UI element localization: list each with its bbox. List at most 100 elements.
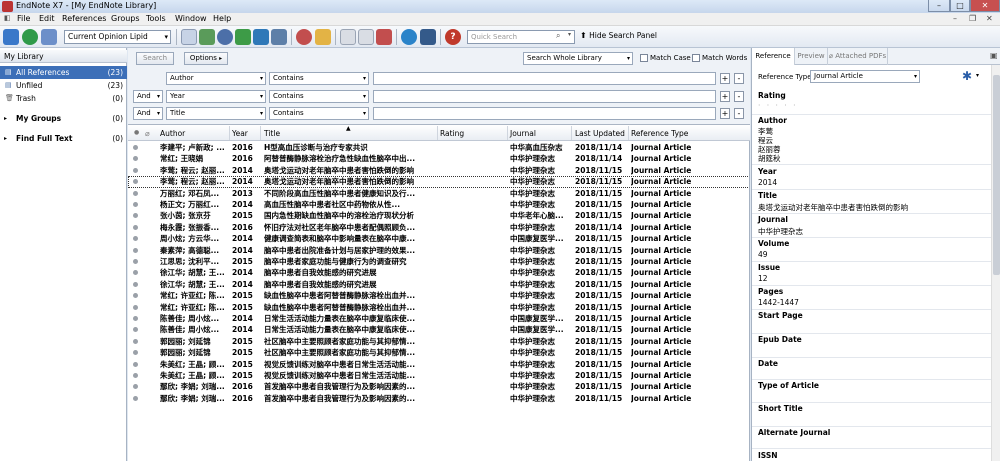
open-panel-icon[interactable]: ▣ [990,51,998,60]
table-row[interactable]: 朱美红; 王晶; 顾... 2015 视觉反馈训练对脑卒中患者日常生活活动能... 中… [128,370,750,381]
rating-dots[interactable]: · · · · · [758,101,797,110]
remove-row-button[interactable]: - [734,108,744,119]
hide-search-panel-button[interactable]: ⬆ Hide Search Panel [580,31,657,40]
library-window-icon[interactable]: ◧ [4,14,11,22]
title-value[interactable]: 奥塔戈运动对老年脑卒中患者害怕跌倒的影响 [758,202,908,213]
new-reference-icon[interactable] [199,29,215,45]
epub-date-label[interactable]: Epub Date [758,335,802,344]
search-field-select-3[interactable]: Title ▾ [166,107,266,120]
tab-preview[interactable]: Preview [795,48,828,65]
issue-value[interactable]: 12 [758,274,768,283]
add-row-button[interactable]: + [720,91,730,102]
table-row[interactable]: 陈善佳; 周小炫... 2014 日常生活活动能力量表在脑卒中康复临床使... 中国康… [128,324,750,335]
menu-file[interactable]: File [17,14,30,23]
column-year[interactable]: Year [232,129,248,138]
menu-help[interactable]: Help [213,14,231,23]
menu-groups[interactable]: Groups [111,14,140,23]
table-row[interactable]: 梅永霞; 张振香... 2016 怀旧疗法对社区老年脑卒中患者配偶照顾负... 中华护… [128,222,750,233]
read-status-column-icon[interactable]: ● [134,129,139,136]
online-search-mode-icon[interactable] [22,29,38,45]
table-row[interactable]: 李莺; 程云; 赵丽... 2014 奥塔戈运动对老年脑卒中患者害怕跌倒的影响 中华护… [128,165,750,176]
menu-window[interactable]: Window [175,14,207,23]
search-operator-select-2[interactable]: Contains ▾ [269,90,369,103]
my-groups-section[interactable]: ▸ My Groups (0) [0,112,127,125]
menu-restore-icon[interactable]: ❐ [969,14,976,23]
journal-value[interactable]: 中华护理杂志 [758,226,803,237]
author-4[interactable]: 胡筵秋 [758,153,781,164]
pages-value[interactable]: 1442-1447 [758,298,799,307]
group-unfiled[interactable]: ▤ Unfiled (23) [0,79,127,92]
remove-row-button[interactable]: - [734,91,744,102]
search-operator-select-1[interactable]: Contains ▾ [269,72,369,85]
expand-icon[interactable]: ▸ [4,132,7,145]
export-icon[interactable] [253,29,269,45]
share-icon[interactable] [420,29,436,45]
search-term-input-3[interactable] [373,107,716,120]
find-full-text-icon[interactable] [271,29,287,45]
search-dropdown-icon[interactable]: ▾ [568,31,571,38]
table-row[interactable]: 郭园丽; 刘延锦 2015 社区脑卒中主要照顾者家庭功能与其抑郁情... 中华护理杂志… [128,347,750,358]
integrated-library-icon[interactable] [41,29,57,45]
reference-type-select[interactable]: Journal Article ▾ [810,70,920,83]
table-row[interactable]: 陈善佳; 周小炫... 2014 日常生活活动能力量表在脑卒中康复临床使... 中国康… [128,313,750,324]
table-row[interactable]: 鄢欣; 李娟; 刘瑞... 2016 首发脑卒中患者自我管理行为及影响因素的... 中… [128,393,750,404]
open-folder-icon[interactable] [315,29,331,45]
menu-close-icon[interactable]: ✕ [986,14,993,23]
match-words-checkbox[interactable] [692,54,700,62]
sync-icon[interactable] [401,29,417,45]
year-value[interactable]: 2014 [758,178,777,187]
column-last-updated[interactable]: Last Updated [575,129,625,138]
search-icon[interactable]: ⌕ [556,31,560,41]
column-author[interactable]: Author [160,129,185,138]
table-row[interactable]: 鄢欣; 李娟; 刘瑞... 2016 首发脑卒中患者自我管理行为及影响因素的... 中… [128,381,750,392]
column-journal[interactable]: Journal [510,129,536,138]
issn-label[interactable]: ISSN [758,451,778,460]
chevron-down-icon[interactable]: ▾ [976,72,979,79]
my-library-header[interactable]: My Library [0,50,127,63]
search-term-input-2[interactable] [373,90,716,103]
search-scope-select[interactable]: Search Whole Library ▾ [523,52,633,65]
start-page-label[interactable]: Start Page [758,311,803,320]
help-icon[interactable]: ? [445,29,461,45]
gear-icon[interactable]: ✱ [962,69,972,83]
group-all-references[interactable]: ▤ All References (23) [0,66,127,79]
table-row[interactable]: 徐江华; 胡慧; 王... 2014 脑卒中患者自我效能感的研究进展 中华护理杂志 20… [128,279,750,290]
column-rating[interactable]: Rating [440,129,464,138]
table-row[interactable]: 朱美红; 王晶; 顾... 2015 视觉反馈训练对脑卒中患者日常生活活动能... 中… [128,359,750,370]
match-case-checkbox[interactable] [640,54,648,62]
type-of-article-label[interactable]: Type of Article [758,381,819,390]
group-trash[interactable]: 🗑 Trash (0) [0,92,127,105]
find-full-text-section[interactable]: ▸ Find Full Text (0) [0,132,127,145]
new-group-icon[interactable] [340,29,356,45]
table-row[interactable]: 常红; 许亚红; 陈... 2015 缺血性脑卒中患者阿替普酶静脉溶栓出血并... 中… [128,302,750,313]
new-smart-group-icon[interactable] [358,29,374,45]
close-button[interactable]: ✕ [970,0,1000,12]
bool-select-3[interactable]: And ▾ [133,107,163,120]
find-icon[interactable] [217,29,233,45]
output-style-select[interactable]: Current Opinion Lipid ▾ [64,30,171,44]
attachment-column-icon[interactable]: ⌀ [145,129,150,138]
table-row[interactable]: 李建平; 卢新政; ... 2016 H型高血压诊断与治疗专家共识 中华高血压杂志 20… [128,142,750,153]
search-field-select-1[interactable]: Author ▾ [166,72,266,85]
remove-row-button[interactable]: - [734,73,744,84]
maximize-button[interactable]: □ [950,0,970,12]
volume-value[interactable]: 49 [758,250,768,259]
table-row[interactable]: 万丽红; 邓石凤... 2013 不同阶段高血压性脑卒中患者健康知识及行... 中华护… [128,188,750,199]
table-row[interactable]: 郭园丽; 刘延锦 2015 社区脑卒中主要照顾者家庭功能与其抑郁情... 中华护理杂志… [128,336,750,347]
search-button[interactable]: Search [136,52,174,65]
minimize-button[interactable]: – [928,0,950,12]
search-field-select-2[interactable]: Year ▾ [166,90,266,103]
expand-icon[interactable]: ▸ [4,112,7,125]
column-title[interactable]: Title [264,129,280,138]
local-library-mode-icon[interactable] [3,29,19,45]
table-row[interactable]: 李莺; 程云; 赵丽... 2014 奥塔戈运动对老年脑卒中患者害怕跌倒的影响 中华护… [128,176,750,188]
alternate-journal-label[interactable]: Alternate Journal [758,428,830,437]
scrollbar-thumb[interactable] [993,75,1000,275]
import-icon[interactable] [235,29,251,45]
menu-references[interactable]: References [62,14,106,23]
date-label[interactable]: Date [758,359,778,368]
menu-edit[interactable]: Edit [39,14,55,23]
table-row[interactable]: 常红; 许亚红; 陈... 2015 缺血性脑卒中患者阿替普酶静脉溶栓出血并... 中… [128,290,750,301]
column-reference-type[interactable]: Reference Type [631,129,688,138]
table-row[interactable]: 江思思; 沈利平... 2015 脑卒中患者家庭功能与健康行为的调查研究 中华护理杂志… [128,256,750,267]
